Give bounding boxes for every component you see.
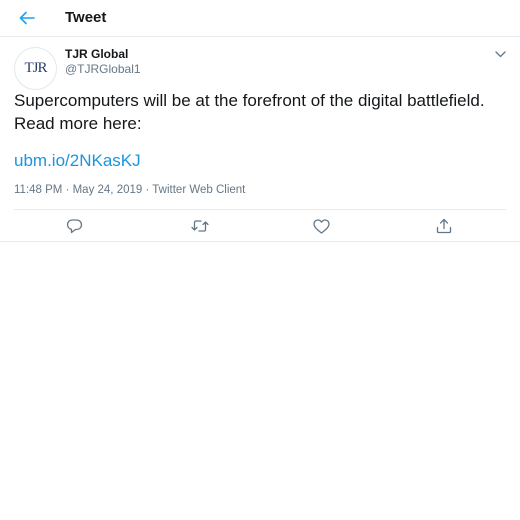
tweet-timestamp: 11:48 PM · May 24, 2019 · Twitter Web Cl…	[14, 184, 246, 196]
top-bar: Tweet	[0, 0, 520, 37]
reply-button[interactable]	[65, 217, 83, 235]
divider	[14, 209, 506, 210]
author-handle[interactable]: @TJRGlobal1	[65, 62, 141, 76]
retweet-icon	[191, 220, 209, 232]
tweet-link[interactable]: ubm.io/2NKasKJ	[14, 151, 141, 171]
chevron-down-icon	[494, 50, 506, 57]
share-button[interactable]	[435, 217, 453, 235]
page-title: Tweet	[65, 9, 107, 26]
back-button[interactable]	[14, 6, 40, 30]
share-icon	[436, 218, 452, 234]
tweet-text: Supercomputers will be at the forefront …	[14, 91, 485, 133]
retweet-button[interactable]	[191, 217, 209, 235]
tweet-card: TJR TJR Global @TJRGlobal1 Supercomputer…	[0, 37, 520, 242]
author-name[interactable]: TJR Global	[65, 47, 128, 61]
more-options-button[interactable]	[492, 46, 508, 62]
avatar[interactable]: TJR	[14, 47, 57, 90]
like-icon	[312, 218, 330, 234]
like-button[interactable]	[312, 217, 330, 235]
reply-icon	[66, 219, 82, 234]
arrow-left-icon	[19, 11, 35, 25]
avatar-logo-text: TJR	[24, 60, 47, 76]
